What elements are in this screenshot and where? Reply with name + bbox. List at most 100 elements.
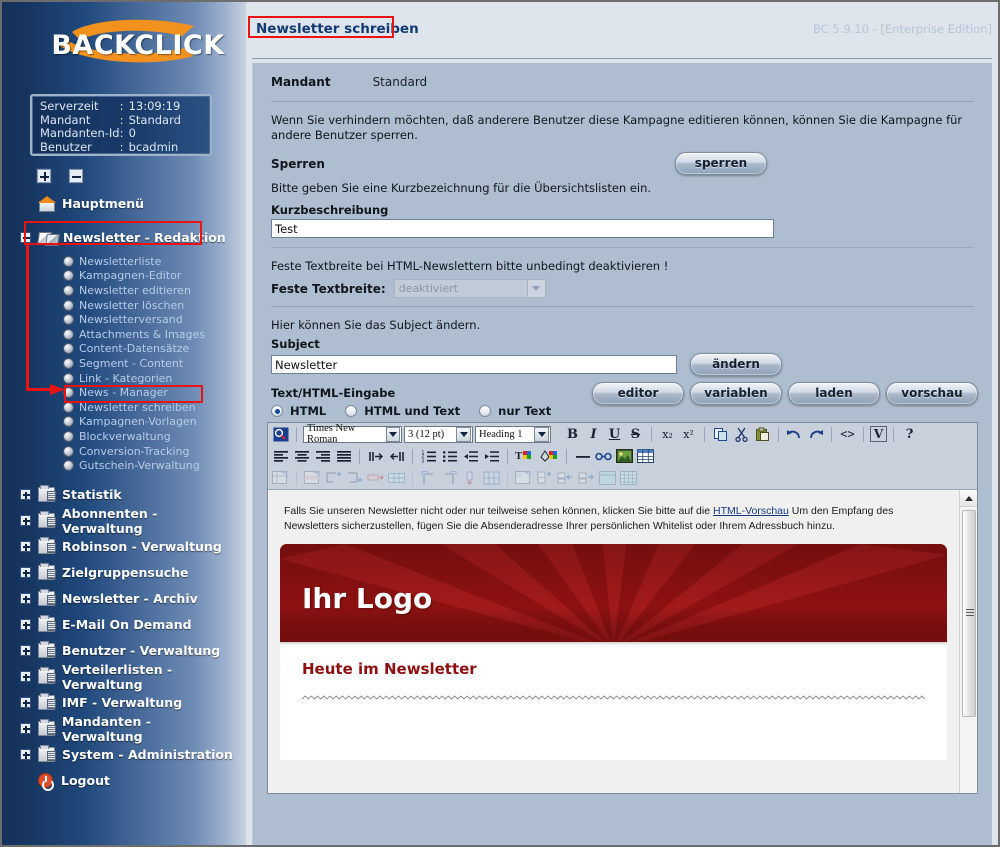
subject-input[interactable] bbox=[271, 355, 677, 374]
scrollbar-thumb[interactable] bbox=[962, 510, 976, 717]
delete-row-icon[interactable] bbox=[366, 469, 385, 487]
sidebar-item-kampagnen-vorlagen[interactable]: Kampagnen-Vorlagen bbox=[2, 415, 234, 430]
expand-group-icon[interactable] bbox=[20, 515, 31, 527]
align-center-icon[interactable] bbox=[292, 447, 311, 465]
variablen-button[interactable]: variablen bbox=[690, 382, 782, 405]
outdent-icon[interactable] bbox=[461, 447, 480, 465]
align-justify-icon[interactable] bbox=[334, 447, 353, 465]
horizontal-rule-icon[interactable] bbox=[573, 447, 592, 465]
expand-group-icon[interactable] bbox=[20, 489, 31, 501]
collapse-group-icon[interactable] bbox=[20, 231, 31, 243]
sidebar-group-email-on-demand[interactable]: E-Mail On Demand bbox=[2, 612, 234, 638]
align-right-icon[interactable] bbox=[313, 447, 332, 465]
insert-row-before-icon[interactable] bbox=[324, 469, 343, 487]
scroll-up-button[interactable] bbox=[960, 490, 977, 507]
insert-col-before-icon[interactable] bbox=[419, 469, 438, 487]
cell-fill-icon[interactable] bbox=[598, 469, 617, 487]
expand-group-icon[interactable] bbox=[20, 671, 31, 683]
sidebar-group-robinson-verwaltung[interactable]: Robinson - Verwaltung bbox=[2, 534, 234, 560]
sidebar-group-system-administration[interactable]: System - Administration bbox=[2, 742, 234, 768]
help-icon[interactable]: ? bbox=[900, 425, 919, 443]
laden-button[interactable]: laden bbox=[788, 382, 880, 405]
sidebar-item-content-datensaetze[interactable]: Content-Datensätze bbox=[2, 342, 234, 357]
cell-insert-icon[interactable] bbox=[535, 469, 554, 487]
ordered-list-icon[interactable]: 123 bbox=[419, 447, 438, 465]
html-vorschau-link[interactable]: HTML-Vorschau bbox=[713, 505, 789, 517]
block-style-select[interactable]: Heading 1 bbox=[475, 425, 551, 443]
bold-icon[interactable]: B bbox=[563, 425, 582, 443]
subject-change-button[interactable]: ändern bbox=[690, 353, 782, 376]
insert-col-after-icon[interactable] bbox=[440, 469, 459, 487]
sidebar-item-gutschein-verwaltung[interactable]: Gutschein-Verwaltung bbox=[2, 458, 234, 473]
expand-group-icon[interactable] bbox=[20, 541, 31, 553]
sidebar-group-zielgruppensuche[interactable]: Zielgruppensuche bbox=[2, 560, 234, 586]
expand-group-icon[interactable] bbox=[20, 723, 31, 735]
lock-button[interactable]: sperren bbox=[675, 152, 767, 175]
subscript-icon[interactable]: x₂ bbox=[658, 425, 677, 443]
sidebar-item-hauptmenu[interactable]: Hauptmenü bbox=[2, 190, 234, 216]
variable-icon[interactable]: V bbox=[870, 426, 887, 442]
sidebar-group-verteilerlisten-verwaltung[interactable]: Verteilerlisten - Verwaltung bbox=[2, 662, 234, 692]
expand-group-icon[interactable] bbox=[20, 593, 31, 605]
vorschau-button[interactable]: vorschau bbox=[886, 382, 978, 405]
sidebar-item-kampagnen-editor[interactable]: Kampagnen-Editor bbox=[2, 269, 234, 284]
expand-group-icon[interactable] bbox=[20, 645, 31, 657]
table-properties-icon[interactable] bbox=[271, 469, 290, 487]
delete-col-icon[interactable] bbox=[461, 469, 480, 487]
chevron-down-icon[interactable] bbox=[456, 426, 471, 442]
sidebar-item-link-kategorien[interactable]: Link - Kategorien bbox=[2, 371, 234, 386]
textwidth-select[interactable]: deaktiviert bbox=[393, 279, 546, 298]
radio-nur-text[interactable] bbox=[479, 405, 492, 417]
expand-group-icon[interactable] bbox=[20, 567, 31, 579]
radio-html[interactable] bbox=[271, 405, 283, 417]
superscript-icon[interactable]: x² bbox=[679, 425, 698, 443]
merge-cells-icon[interactable] bbox=[387, 469, 406, 487]
sidebar-item-logout[interactable]: Logout bbox=[2, 768, 234, 794]
sidebar-item-news-manager[interactable]: News - Manager bbox=[2, 385, 234, 400]
sidebar-group-statistik[interactable]: Statistik bbox=[2, 482, 234, 508]
background-color-icon[interactable] bbox=[538, 447, 560, 465]
ltr-icon[interactable] bbox=[366, 447, 385, 465]
copy-icon[interactable] bbox=[711, 425, 730, 443]
chevron-down-icon[interactable] bbox=[534, 426, 549, 442]
editor-vertical-scrollbar[interactable] bbox=[959, 490, 977, 793]
indent-icon[interactable] bbox=[482, 447, 501, 465]
cell-properties-icon[interactable] bbox=[514, 469, 533, 487]
collapse-all-button[interactable] bbox=[69, 168, 84, 183]
sidebar-item-newsletter-loeschen[interactable]: Newsletter löschen bbox=[2, 298, 234, 313]
sidebar-item-newsletter-editieren[interactable]: Newsletter editieren bbox=[2, 283, 234, 298]
newsletter-preview[interactable]: Falls Sie unseren Newsletter nicht oder … bbox=[268, 490, 959, 793]
unordered-list-icon[interactable] bbox=[440, 447, 459, 465]
editor-button[interactable]: editor bbox=[592, 382, 684, 405]
radio-html-und-text[interactable] bbox=[345, 405, 358, 417]
expand-group-icon[interactable] bbox=[20, 619, 31, 631]
shortdesc-input[interactable] bbox=[271, 219, 774, 238]
italic-icon[interactable]: I bbox=[584, 425, 603, 443]
paste-icon[interactable] bbox=[753, 425, 772, 443]
font-size-select[interactable]: 3 (12 pt) bbox=[404, 425, 473, 443]
sidebar-group-mandanten-verwaltung[interactable]: Mandanten - Verwaltung bbox=[2, 714, 234, 744]
sidebar-item-newsletterversand[interactable]: Newsletterversand bbox=[2, 312, 234, 327]
split-cell-icon[interactable] bbox=[482, 469, 501, 487]
sidebar-group-benutzer-verwaltung[interactable]: Benutzer - Verwaltung bbox=[2, 638, 234, 664]
sidebar-item-segment-content[interactable]: Segment - Content bbox=[2, 356, 234, 371]
expand-all-button[interactable] bbox=[37, 168, 51, 183]
row-properties-icon[interactable] bbox=[303, 469, 322, 487]
cell-after-icon[interactable] bbox=[577, 469, 596, 487]
source-preview-icon[interactable] bbox=[271, 425, 290, 443]
insert-row-after-icon[interactable] bbox=[345, 469, 364, 487]
underline-icon[interactable]: U bbox=[605, 425, 624, 443]
sidebar-item-newsletter-schreiben[interactable]: Newsletter schreiben bbox=[2, 400, 234, 415]
sidebar-item-attachments-images[interactable]: Attachments & Images bbox=[2, 327, 234, 342]
sidebar-group-newsletter-archiv[interactable]: Newsletter - Archiv bbox=[2, 586, 234, 612]
sidebar-group-newsletter-redaktion[interactable]: Newsletter - Redaktion bbox=[2, 224, 234, 250]
image-icon[interactable] bbox=[615, 447, 634, 465]
sidebar-group-imf-verwaltung[interactable]: IMF - Verwaltung bbox=[2, 690, 234, 716]
cut-icon[interactable] bbox=[732, 425, 751, 443]
align-left-icon[interactable] bbox=[271, 447, 290, 465]
sidebar-item-blockverwaltung[interactable]: Blockverwaltung bbox=[2, 429, 234, 444]
link-icon[interactable] bbox=[594, 447, 613, 465]
redo-icon[interactable] bbox=[806, 425, 825, 443]
expand-group-icon[interactable] bbox=[20, 749, 31, 761]
sidebar-item-conversion-tracking[interactable]: Conversion-Tracking bbox=[2, 444, 234, 459]
